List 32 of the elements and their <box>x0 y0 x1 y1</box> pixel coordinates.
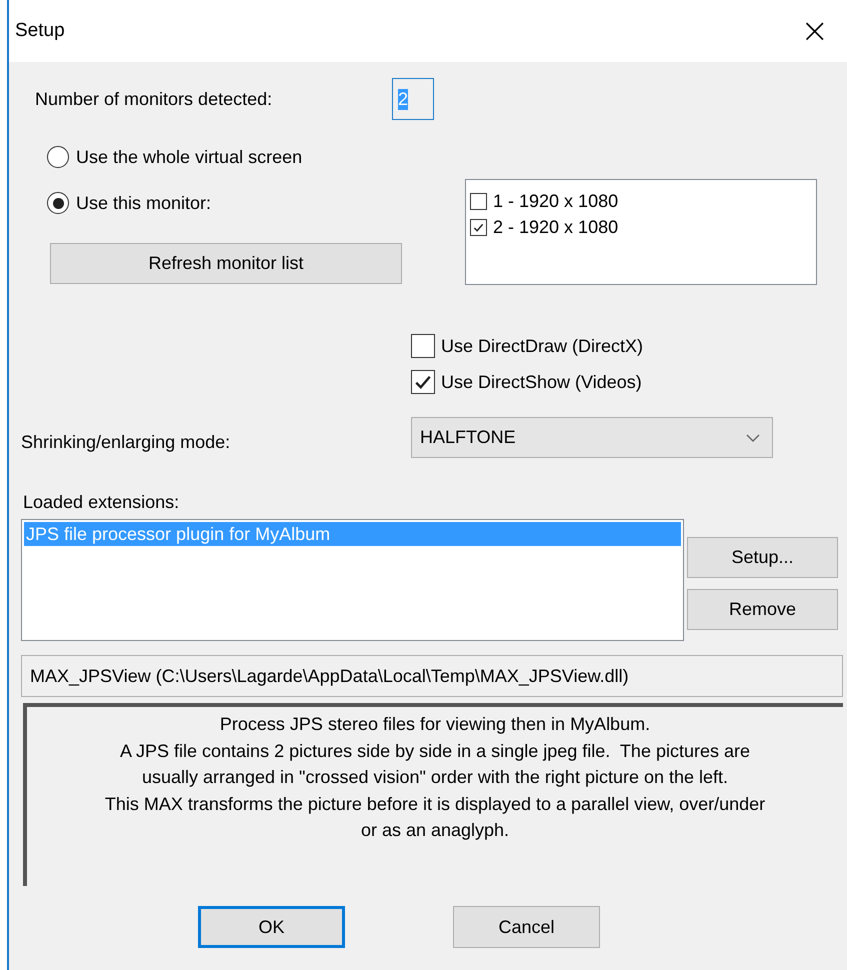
radio-button[interactable] <box>47 146 69 168</box>
checkbox[interactable] <box>411 370 435 394</box>
scaling-label: Shrinking/enlarging mode: <box>21 431 232 453</box>
monitor-item[interactable]: 1 - 1920 x 1080 <box>466 188 816 214</box>
scaling-dropdown[interactable]: HALFTONE <box>411 417 773 458</box>
description-line: usually arranged in "crossed vision" order with the right picture on the left. <box>142 766 728 789</box>
checkbox[interactable] <box>470 218 487 236</box>
extension-button[interactable]: Remove <box>687 589 838 630</box>
radio-option[interactable]: Use the whole virtual screen <box>47 142 847 172</box>
monitor-item[interactable]: 2 - 1920 x 1080 <box>466 214 816 240</box>
description-line: or as an anaglyph. <box>360 819 510 842</box>
radio-option[interactable]: Use this monitor: <box>47 188 465 218</box>
option-checkbox-row[interactable]: Use DirectDraw (DirectX) <box>411 333 847 359</box>
check-icon <box>473 222 484 232</box>
description-line: This MAX transforms the picture before it is displayed to a parallel view, over/under <box>104 792 766 816</box>
checkbox[interactable] <box>411 334 435 358</box>
monitors-label: Number of monitors detected: <box>35 88 274 110</box>
description-line: Process JPS stereo files for viewing then in MyAlbum. <box>220 713 650 736</box>
option-checkbox-row[interactable]: Use DirectShow (Videos) <box>411 369 847 395</box>
dialog-button[interactable]: OK <box>198 906 345 948</box>
extensions-label: Loaded extensions: <box>23 492 180 513</box>
dialog-button[interactable]: Cancel <box>453 906 600 948</box>
close-button[interactable]: × <box>796 14 833 48</box>
radio-button[interactable] <box>47 192 69 214</box>
window-title: Setup <box>15 20 65 42</box>
description-line: A JPS file contains 2 pictures side by side in a single jpeg file. The pictures are <box>120 740 750 763</box>
chevron-down-icon <box>746 434 760 442</box>
check-icon <box>414 373 432 391</box>
refresh-button[interactable]: Refresh monitor list <box>50 243 402 284</box>
extension-button[interactable]: Setup... <box>687 537 838 578</box>
path-field: MAX_JPSView (C:\Users\Lagarde\AppData\Local\Temp\MAX_JPSView.dll) <box>21 655 843 697</box>
checkbox[interactable] <box>470 192 487 210</box>
